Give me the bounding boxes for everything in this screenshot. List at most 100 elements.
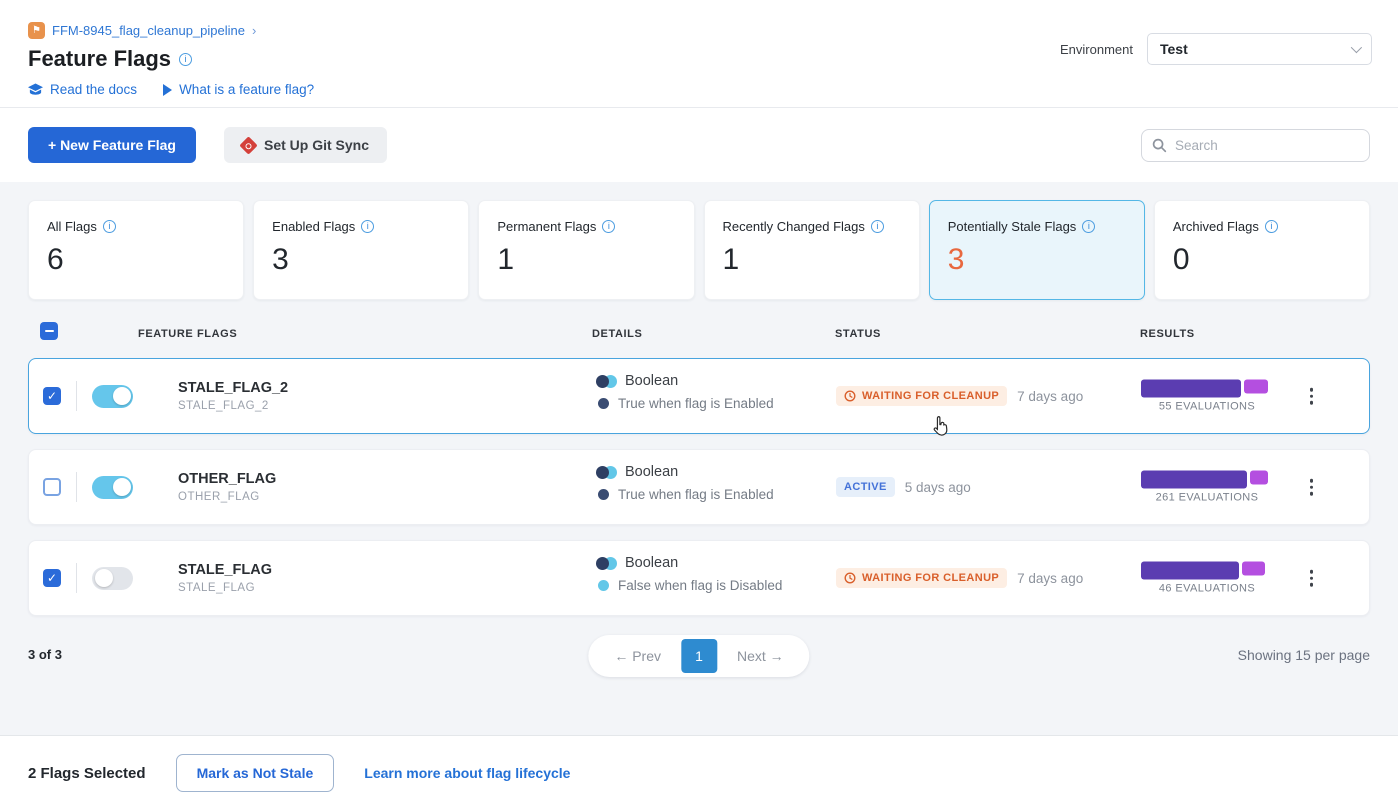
col-details: DETAILS bbox=[592, 328, 642, 340]
info-icon[interactable]: i bbox=[103, 220, 116, 233]
what-is-flag-link[interactable]: What is a feature flag? bbox=[163, 82, 314, 97]
indeterminate-icon bbox=[45, 330, 54, 332]
stat-card-enabled-flags[interactable]: Enabled Flagsi 3 bbox=[253, 200, 469, 300]
info-icon[interactable]: i bbox=[871, 220, 884, 233]
variation-dot-icon bbox=[598, 489, 609, 500]
search-input[interactable] bbox=[1175, 138, 1335, 153]
stat-card-archived-flags[interactable]: Archived Flagsi 0 bbox=[1154, 200, 1370, 300]
divider bbox=[76, 472, 77, 502]
environment-select[interactable]: Test bbox=[1147, 33, 1372, 65]
mark-not-stale-button[interactable]: Mark as Not Stale bbox=[176, 754, 335, 792]
row-menu-button[interactable] bbox=[1306, 566, 1318, 591]
row-checkbox[interactable] bbox=[43, 478, 61, 496]
flag-id: OTHER_FLAG bbox=[178, 491, 276, 503]
evaluations-bar bbox=[1141, 562, 1273, 576]
flag-name[interactable]: OTHER_FLAG bbox=[178, 471, 276, 487]
boolean-variations-icon bbox=[596, 466, 616, 479]
stat-card-permanent-flags[interactable]: Permanent Flagsi 1 bbox=[478, 200, 694, 300]
stats-cards: All Flagsi 6 Enabled Flagsi 3 Permanent … bbox=[28, 200, 1370, 300]
search-box[interactable] bbox=[1141, 129, 1370, 162]
updated-ago: 7 days ago bbox=[1017, 389, 1083, 404]
environment-label: Environment bbox=[1060, 42, 1133, 57]
flag-toggle[interactable] bbox=[92, 385, 133, 408]
row-checkbox[interactable]: ✓ bbox=[43, 387, 61, 405]
stat-card-recently-changed-flags[interactable]: Recently Changed Flagsi 1 bbox=[704, 200, 920, 300]
row-menu-button[interactable] bbox=[1306, 384, 1318, 409]
stat-value: 0 bbox=[1173, 243, 1351, 277]
search-icon bbox=[1152, 138, 1167, 153]
play-icon bbox=[163, 84, 172, 96]
row-menu-button[interactable] bbox=[1306, 475, 1318, 500]
flag-variation: True when flag is Enabled bbox=[618, 487, 774, 502]
pagination: 3 of 3 ← Prev 1 Next → Showing 15 per pa… bbox=[28, 631, 1370, 687]
read-docs-link[interactable]: Read the docs bbox=[28, 82, 137, 97]
flag-id: STALE_FLAG_2 bbox=[178, 400, 288, 412]
chevron-down-icon bbox=[1351, 42, 1362, 53]
flag-type: Boolean bbox=[625, 464, 678, 480]
flag-lifecycle-link[interactable]: Learn more about flag lifecycle bbox=[364, 765, 570, 781]
flag-name[interactable]: STALE_FLAG_2 bbox=[178, 380, 288, 396]
status-badge: ACTIVE bbox=[836, 477, 895, 497]
results-cell: 261 EVALUATIONS bbox=[1141, 471, 1273, 504]
divider bbox=[76, 563, 77, 593]
toolbar: + New Feature Flag Set Up Git Sync bbox=[0, 108, 1398, 182]
flag-variation: False when flag is Disabled bbox=[618, 578, 782, 593]
table-header: FEATURE FLAGS DETAILS STATUS RESULTS bbox=[28, 312, 1370, 358]
stat-value: 1 bbox=[723, 243, 901, 277]
clock-icon bbox=[844, 390, 856, 402]
environment-value: Test bbox=[1160, 41, 1188, 57]
page-header: ⚑ FFM-8945_flag_cleanup_pipeline › Featu… bbox=[0, 0, 1398, 108]
evaluations-label: 55 EVALUATIONS bbox=[1141, 401, 1273, 413]
divider bbox=[76, 381, 77, 411]
flag-toggle[interactable] bbox=[92, 476, 133, 499]
evaluations-bar bbox=[1141, 471, 1273, 485]
flag-toggle[interactable] bbox=[92, 567, 133, 590]
boolean-variations-icon bbox=[596, 375, 616, 388]
page-1-button[interactable]: 1 bbox=[681, 639, 717, 673]
main-content: All Flagsi 6 Enabled Flagsi 3 Permanent … bbox=[0, 182, 1398, 735]
breadcrumb-project[interactable]: FFM-8945_flag_cleanup_pipeline bbox=[52, 23, 245, 38]
stat-value: 3 bbox=[948, 243, 1126, 277]
stat-card-potentially-stale-flags[interactable]: Potentially Stale Flagsi 3 bbox=[929, 200, 1145, 300]
status-badge: WAITING FOR CLEANUP bbox=[836, 386, 1007, 406]
breadcrumb-chevron-icon: › bbox=[252, 23, 256, 38]
row-count: 3 of 3 bbox=[28, 647, 62, 662]
row-checkbox[interactable]: ✓ bbox=[43, 569, 61, 587]
check-icon: ✓ bbox=[47, 572, 57, 584]
info-icon[interactable]: i bbox=[1082, 220, 1095, 233]
flag-variation: True when flag is Enabled bbox=[618, 396, 774, 411]
status-badge: WAITING FOR CLEANUP bbox=[836, 568, 1007, 588]
info-icon[interactable]: i bbox=[1265, 220, 1278, 233]
stat-card-all-flags[interactable]: All Flagsi 6 bbox=[28, 200, 244, 300]
selected-count: 2 Flags Selected bbox=[28, 765, 146, 782]
results-cell: 46 EVALUATIONS bbox=[1141, 562, 1273, 595]
page-title: Feature Flags bbox=[28, 46, 171, 72]
pagination-pill: ← Prev 1 Next → bbox=[588, 635, 809, 677]
git-sync-button[interactable]: Set Up Git Sync bbox=[224, 127, 387, 163]
flag-type: Boolean bbox=[625, 555, 678, 571]
clock-icon bbox=[844, 572, 856, 584]
table-row-stale-flag[interactable]: ✓ STALE_FLAG STALE_FLAG Boolean False wh… bbox=[28, 540, 1370, 616]
evaluations-label: 46 EVALUATIONS bbox=[1141, 583, 1273, 595]
updated-ago: 7 days ago bbox=[1017, 571, 1083, 586]
selection-bar: 2 Flags Selected Mark as Not Stale Learn… bbox=[0, 735, 1398, 810]
col-status: STATUS bbox=[835, 328, 881, 340]
next-button[interactable]: Next → bbox=[717, 648, 804, 664]
flag-id: STALE_FLAG bbox=[178, 582, 272, 594]
info-icon[interactable]: i bbox=[179, 53, 192, 66]
toggle-knob bbox=[113, 387, 131, 405]
new-feature-flag-button[interactable]: + New Feature Flag bbox=[28, 127, 196, 163]
table-row-stale-flag-2[interactable]: ✓ STALE_FLAG_2 STALE_FLAG_2 Boolean True… bbox=[28, 358, 1370, 434]
info-icon[interactable]: i bbox=[361, 220, 374, 233]
info-icon[interactable]: i bbox=[602, 220, 615, 233]
prev-button[interactable]: ← Prev bbox=[594, 648, 681, 664]
updated-ago: 5 days ago bbox=[905, 480, 971, 495]
git-sync-icon bbox=[239, 136, 257, 154]
select-all-checkbox[interactable] bbox=[40, 322, 58, 340]
stat-value: 6 bbox=[47, 243, 225, 277]
stat-value: 3 bbox=[272, 243, 450, 277]
docs-icon bbox=[28, 83, 43, 97]
flag-type: Boolean bbox=[625, 373, 678, 389]
table-row-other-flag[interactable]: OTHER_FLAG OTHER_FLAG Boolean True when … bbox=[28, 449, 1370, 525]
flag-name[interactable]: STALE_FLAG bbox=[178, 562, 272, 578]
